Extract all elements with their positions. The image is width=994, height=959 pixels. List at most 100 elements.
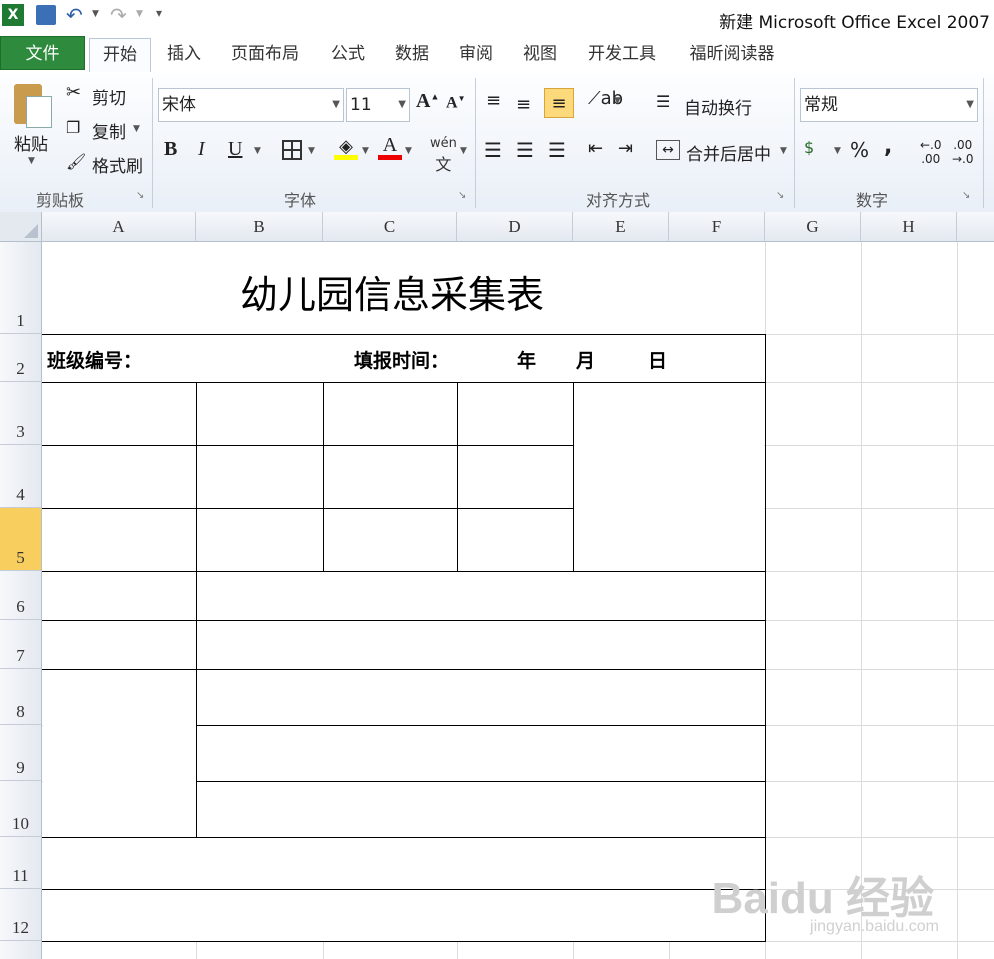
row-header-9[interactable]: 9 xyxy=(0,725,42,781)
row-header-4[interactable]: 4 xyxy=(0,445,42,508)
column-header-E[interactable]: E xyxy=(573,212,669,242)
font-size-combo[interactable]: 11 ▼ xyxy=(346,88,410,122)
accounting-format-icon[interactable]: $ xyxy=(804,138,814,157)
number-launcher-icon[interactable]: ↘ xyxy=(962,190,970,201)
select-all-corner[interactable] xyxy=(0,212,42,242)
paste-icon[interactable] xyxy=(12,80,52,128)
row-header-12[interactable]: 12 xyxy=(0,889,42,941)
number-format-dropdown-icon[interactable]: ▼ xyxy=(966,89,974,121)
merged-cell-area xyxy=(197,572,764,620)
redo-dropdown-icon[interactable]: ▼ xyxy=(136,9,143,19)
font-name-dropdown-icon[interactable]: ▼ xyxy=(332,89,340,121)
redo-icon[interactable]: ↷ xyxy=(110,3,127,27)
phonetic-guide-icon[interactable]: wén 文 xyxy=(430,136,457,175)
tab-data[interactable]: 数据 xyxy=(386,38,438,70)
align-middle-icon[interactable]: ≡ xyxy=(516,94,531,115)
tab-formulas[interactable]: 公式 xyxy=(322,38,374,70)
underline-dropdown-icon[interactable]: ▼ xyxy=(254,146,261,156)
baidu-watermark: Baidu 经验 xyxy=(711,874,934,923)
fill-color-icon[interactable]: ◈ xyxy=(334,136,358,160)
bold-button[interactable]: B xyxy=(164,138,177,161)
column-header-G[interactable]: G xyxy=(765,212,861,242)
row-header-6[interactable]: 6 xyxy=(0,571,42,620)
italic-button[interactable]: I xyxy=(198,138,205,161)
merged-cell-area xyxy=(43,670,196,837)
tab-file[interactable]: 文件 xyxy=(0,36,85,70)
paste-dropdown-icon[interactable]: ▼ xyxy=(28,156,35,166)
row-header-5[interactable]: 5 xyxy=(0,508,42,571)
column-header-D[interactable]: D xyxy=(457,212,573,242)
font-color-dropdown-icon[interactable]: ▼ xyxy=(405,146,412,156)
number-group-label: 数字 xyxy=(856,191,889,210)
paste-button[interactable]: 粘贴 xyxy=(14,130,48,155)
shrink-font-icon[interactable]: A▼ xyxy=(446,94,465,112)
increase-indent-icon[interactable]: ⇥ xyxy=(618,138,633,159)
wrap-text-button[interactable]: 自动换行 xyxy=(684,94,752,119)
border-dropdown-icon[interactable]: ▼ xyxy=(308,146,315,156)
column-header-F[interactable]: F xyxy=(669,212,765,242)
fill-color-dropdown-icon[interactable]: ▼ xyxy=(362,146,369,156)
alignment-launcher-icon[interactable]: ↘ xyxy=(776,190,784,201)
decrease-decimal-icon[interactable]: .00 →.0 xyxy=(952,138,974,166)
align-right-icon[interactable]: ☰ xyxy=(548,138,566,162)
row-header-3[interactable]: 3 xyxy=(0,382,42,445)
row-header-10[interactable]: 10 xyxy=(0,781,42,837)
cut-button[interactable]: 剪切 xyxy=(92,84,126,109)
column-header-A[interactable]: A xyxy=(42,212,196,242)
tab-insert[interactable]: 插入 xyxy=(158,38,210,70)
scissors-icon[interactable]: ✂ xyxy=(66,82,81,103)
wrap-text-icon[interactable]: ☰ xyxy=(656,92,670,111)
align-center-icon[interactable]: ☰ xyxy=(516,138,534,162)
month-label: 月 xyxy=(576,350,596,372)
decrease-indent-icon[interactable]: ⇤ xyxy=(588,138,603,159)
tab-review[interactable]: 审阅 xyxy=(450,38,502,70)
save-icon[interactable] xyxy=(36,5,56,25)
customize-quick-access-icon[interactable]: ▾ xyxy=(156,6,162,20)
tab-foxit-reader[interactable]: 福昕阅读器 xyxy=(678,38,786,70)
format-painter-button[interactable]: 格式刷 xyxy=(92,152,143,177)
align-left-icon[interactable]: ☰ xyxy=(484,138,502,162)
merge-center-button[interactable]: 合并后居中 xyxy=(686,140,771,165)
tab-page-layout[interactable]: 页面布局 xyxy=(222,38,308,70)
worksheet-grid[interactable]: ABCDEFGH 12345678910111213 幼儿园信息采集表 班级编号… xyxy=(0,212,994,959)
row-header-11[interactable]: 11 xyxy=(0,837,42,889)
font-size-dropdown-icon[interactable]: ▼ xyxy=(398,89,406,121)
row-header-2[interactable]: 2 xyxy=(0,334,42,382)
copy-button[interactable]: 复制 xyxy=(92,118,126,143)
undo-icon[interactable]: ↶ xyxy=(66,3,83,27)
column-header-B[interactable]: B xyxy=(196,212,323,242)
tab-developer[interactable]: 开发工具 xyxy=(578,38,666,70)
row-header-8[interactable]: 8 xyxy=(0,669,42,725)
format-painter-icon[interactable]: 🖌 xyxy=(66,152,86,171)
orientation-dropdown-icon[interactable]: ▼ xyxy=(614,96,621,106)
grow-font-icon[interactable]: A▲ xyxy=(416,90,439,113)
clipboard-launcher-icon[interactable]: ↘ xyxy=(136,190,144,201)
align-top-icon[interactable]: ≡ xyxy=(486,90,501,111)
column-header-H[interactable]: H xyxy=(861,212,957,242)
column-header-C[interactable]: C xyxy=(323,212,457,242)
tab-home[interactable]: 开始 xyxy=(89,38,151,73)
increase-decimal-icon[interactable]: ←.0.00 xyxy=(920,138,942,166)
number-format-combo[interactable]: 常规 ▼ xyxy=(800,88,978,122)
phonetic-dropdown-icon[interactable]: ▼ xyxy=(460,146,467,156)
border-icon[interactable] xyxy=(282,140,302,160)
undo-dropdown-icon[interactable]: ▼ xyxy=(92,9,99,19)
fill-time-label: 填报时间： xyxy=(354,350,450,372)
align-bottom-icon[interactable]: ≡ xyxy=(544,88,574,118)
comma-style-button[interactable]: , xyxy=(884,134,892,159)
title-bar: X ↶ ▼ ↷ ▼ ▾ 新建 Microsoft Office Excel 20… xyxy=(0,0,994,36)
row-header-13[interactable]: 13 xyxy=(0,941,42,959)
font-launcher-icon[interactable]: ↘ xyxy=(458,190,466,201)
merge-center-dropdown-icon[interactable]: ▼ xyxy=(780,146,787,156)
percent-style-button[interactable]: % xyxy=(850,138,869,162)
accounting-dropdown-icon[interactable]: ▼ xyxy=(834,146,841,156)
merge-center-icon[interactable]: ↔ xyxy=(656,140,680,160)
font-color-icon[interactable]: A xyxy=(378,134,402,160)
copy-icon[interactable]: ❐ xyxy=(66,118,80,137)
underline-button[interactable]: U xyxy=(228,138,242,161)
tab-view[interactable]: 视图 xyxy=(514,38,566,70)
row-header-7[interactable]: 7 xyxy=(0,620,42,669)
copy-dropdown-icon[interactable]: ▼ xyxy=(133,124,140,134)
font-name-combo[interactable]: 宋体 ▼ xyxy=(158,88,344,122)
row-header-1[interactable]: 1 xyxy=(0,242,42,334)
